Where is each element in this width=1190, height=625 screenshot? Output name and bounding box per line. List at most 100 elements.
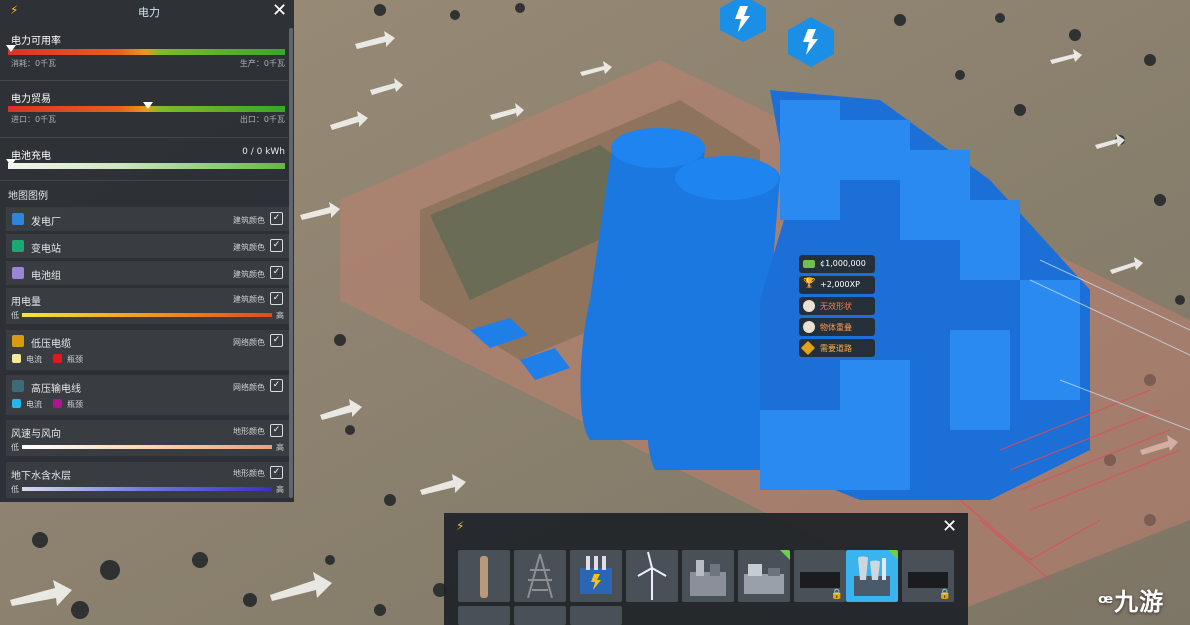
legend-name: 电池组	[31, 271, 61, 282]
legend-name: 风速与风向	[11, 429, 61, 440]
power-plant-swatch	[12, 213, 24, 225]
checkbox[interactable]: ✓	[270, 292, 283, 305]
placement-tooltip: ¢1,000,000 🏆 +2,000XP 无效形状 物体重叠 需要道路	[799, 255, 875, 360]
toolbar-item-transformer[interactable]	[570, 550, 622, 602]
legend-mode: 地形颜色	[233, 427, 265, 436]
map-legend-title: 地图图例	[8, 191, 48, 202]
legend-row-groundwater[interactable]: 地下水含水层 地形颜色 ✓ 低 高	[6, 462, 289, 498]
legend-row-high-voltage[interactable]: 高压输电线 网络颜色 ✓ 电流 瓶颈	[6, 375, 289, 415]
battery-marker	[6, 159, 16, 166]
groundwater-gradient	[22, 487, 272, 491]
high-voltage-swatch	[12, 380, 24, 392]
new-item-flag	[780, 550, 790, 560]
legend-name: 高压输电线	[31, 384, 81, 395]
lock-icon: 🔒	[830, 589, 843, 600]
lock-icon: 🔒	[938, 589, 951, 600]
legend-name: 用电量	[11, 297, 41, 308]
toolbar-item-row2-b[interactable]	[514, 606, 566, 625]
toolbar-item-row2-a[interactable]	[458, 606, 510, 625]
legend-row-battery[interactable]: 电池组 建筑颜色 ✓	[6, 261, 289, 285]
legend-mode: 建筑颜色	[233, 270, 265, 279]
legend-row-consumption[interactable]: 用电量 建筑颜色 ✓ 低 高	[6, 288, 289, 324]
legend-mode: 网络颜色	[233, 338, 265, 347]
flow-dot	[12, 354, 21, 363]
trade-marker	[143, 102, 153, 109]
legend-name: 地下水含水层	[11, 471, 71, 482]
low-label: 低	[11, 485, 19, 494]
export-text: 出口：0千瓦	[239, 115, 285, 124]
xp-line: 🏆 +2,000XP	[799, 276, 875, 294]
low-label: 低	[11, 443, 19, 452]
panel-header: ⚡ 电力 ✕	[0, 0, 294, 22]
flow-dot	[12, 399, 21, 408]
toolbar-item-coal-power-plant[interactable]	[846, 550, 898, 602]
low-label: 低	[11, 311, 19, 320]
battery-bar	[6, 159, 285, 169]
legend-name: 变电站	[31, 244, 61, 255]
availability-section: 电力可用率 消耗：0千瓦 生产：0千瓦	[0, 28, 288, 81]
checkbox[interactable]: ✓	[270, 212, 283, 225]
toolbar-item-transmission-tower[interactable]	[514, 550, 566, 602]
legend-mode: 地形颜色	[233, 469, 265, 478]
toolbar-item-wind-turbine[interactable]	[626, 550, 678, 602]
bottleneck-dot	[53, 399, 62, 408]
checkbox[interactable]: ✓	[270, 424, 283, 437]
trophy-icon: 🏆	[803, 278, 816, 289]
toolbar-item-power-plant-b[interactable]	[738, 550, 790, 602]
toolbar-item-power-plant-c[interactable]: 🔒	[794, 550, 846, 602]
warning-text: 需要道路	[820, 344, 852, 353]
legend-mode: 建筑颜色	[233, 243, 265, 252]
warning-line: 无效形状	[799, 297, 875, 315]
close-icon[interactable]: ✕	[272, 0, 287, 21]
toolbar-item-power-plant-d[interactable]: 🔒	[902, 550, 954, 602]
warning-text: 物体重叠	[820, 323, 852, 332]
checkbox[interactable]: ✓	[270, 379, 283, 392]
electricity-panel: ⚡ 电力 ✕ 电力可用率 消耗：0千瓦 生产：0千瓦 电力贸易 进口：0千瓦 出…	[0, 0, 294, 502]
close-icon[interactable]: ✕	[942, 516, 957, 537]
road-icon	[800, 340, 816, 356]
consumption-gradient	[22, 313, 272, 317]
legend-row-wind[interactable]: 风速与风向 地形颜色 ✓ 低 高	[6, 420, 289, 456]
lightning-icon: ⚡	[456, 519, 465, 533]
overlap-icon	[803, 321, 815, 333]
high-label: 高	[276, 485, 284, 494]
availability-bar	[6, 45, 285, 55]
legend-name: 低压电缆	[31, 339, 71, 350]
battery-label: 电池充电	[11, 151, 51, 162]
panel-scrollbar[interactable]	[289, 28, 293, 498]
checkbox[interactable]: ✓	[270, 239, 283, 252]
legend-mode: 建筑颜色	[233, 216, 265, 225]
warning-line: 物体重叠	[799, 318, 875, 336]
import-text: 进口：0千瓦	[11, 115, 57, 124]
checkbox[interactable]: ✓	[270, 266, 283, 279]
watermark-text: 九游	[1114, 588, 1165, 616]
trade-bar	[8, 102, 285, 112]
substation-swatch	[12, 240, 24, 252]
battery-section: 电池充电 0 / 0 kWh	[0, 142, 288, 181]
legend-row-power-plant[interactable]: 发电厂 建筑颜色 ✓	[6, 207, 289, 231]
checkbox[interactable]: ✓	[270, 466, 283, 479]
trade-section: 电力贸易 进口：0千瓦 出口：0千瓦	[0, 85, 288, 138]
consumption-text: 消耗：0千瓦	[11, 59, 57, 68]
legend-row-substation[interactable]: 变电站 建筑颜色 ✓	[6, 234, 289, 258]
new-item-flag	[888, 550, 898, 560]
availability-label: 电力可用率	[11, 36, 61, 47]
toolbar-item-row2-c[interactable]	[570, 606, 622, 625]
battery-swatch	[12, 267, 24, 279]
legend-mode: 建筑颜色	[233, 295, 265, 304]
battery-value: 0 / 0 kWh	[242, 147, 285, 157]
xp-value: +2,000XP	[820, 280, 860, 289]
checkbox[interactable]: ✓	[270, 334, 283, 347]
legend-mode: 网络颜色	[233, 383, 265, 392]
toolbar-item-power-plant-a[interactable]	[682, 550, 734, 602]
warning-line: 需要道路	[799, 339, 875, 357]
legend-name: 发电厂	[31, 217, 61, 228]
low-voltage-swatch	[12, 335, 24, 347]
toolbar-item-wooden-pole[interactable]	[458, 550, 510, 602]
cost-value: ¢1,000,000	[820, 259, 866, 268]
legend-row-low-voltage[interactable]: 低压电缆 网络颜色 ✓ 电流 瓶颈	[6, 330, 289, 370]
build-toolbar: ⚡ ✕ 🔒 🔒	[444, 513, 968, 625]
warning-text: 无效形状	[820, 302, 852, 311]
wind-gradient	[22, 445, 272, 449]
lightning-icon: ⚡	[10, 3, 19, 17]
